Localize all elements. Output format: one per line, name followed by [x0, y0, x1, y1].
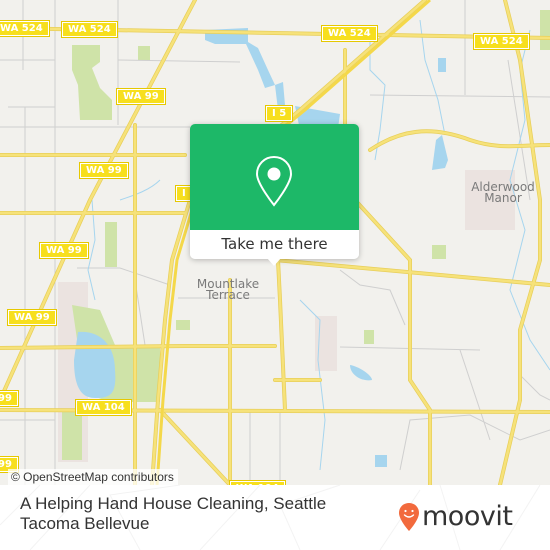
minor-road [399, 414, 550, 471]
road-shield-wa99: WA 99 [79, 162, 129, 179]
road [273, 258, 550, 287]
map-view[interactable]: WA 524 WA 524 WA 524 WA 524 WA 99 WA 99 … [0, 0, 550, 485]
road-shield-wa524: WA 524 [321, 25, 378, 42]
map-attribution[interactable]: © OpenStreetMap contributors [8, 469, 178, 485]
minor-road [459, 349, 491, 441]
moovit-wordmark: moovit [422, 501, 513, 532]
minor-road [339, 269, 406, 326]
place-label-line: Terrace [206, 288, 250, 302]
road-shield-wa99: WA 99 [39, 242, 89, 259]
minor-road [117, 59, 241, 63]
park [432, 245, 446, 259]
road-shield-wa524: WA 524 [61, 21, 118, 38]
popup-header [190, 124, 359, 230]
park [105, 222, 117, 267]
map-pin-icon [255, 155, 293, 207]
place-title: A Helping Hand House Cleaning, Seattle T… [20, 494, 327, 533]
park [364, 330, 374, 344]
place-label-alderwood-manor: Alderwood Manor [463, 181, 543, 205]
park [176, 320, 190, 330]
park [540, 10, 550, 50]
place-label-line: Manor [484, 191, 522, 205]
place-label-mountlake-terrace: Mountlake Terrace [188, 278, 268, 302]
location-popup[interactable]: Take me there [190, 124, 359, 266]
lake [438, 58, 446, 72]
moovit-logo[interactable]: moovit [398, 501, 513, 532]
minor-road [519, 374, 550, 401]
road-shield-wa99: WA 99 [7, 309, 57, 326]
moovit-pin-icon [399, 503, 419, 531]
stream [119, 179, 161, 201]
popup-tail [267, 258, 281, 266]
lake [432, 135, 448, 170]
road-shield-wa99: WA 99 [116, 88, 166, 105]
park [138, 46, 150, 60]
park [72, 45, 112, 120]
road-shield-wa104: WA 104 [75, 399, 132, 416]
lake [375, 455, 387, 467]
minor-road [119, 267, 171, 286]
road-shield-wa524: WA 524 [473, 33, 530, 50]
road-shield-wa99: 99 [0, 390, 19, 407]
road-shield-wa524: WA 524 [0, 20, 50, 37]
lake [350, 365, 372, 381]
park [62, 410, 82, 460]
take-me-there-button[interactable]: Take me there [190, 231, 359, 257]
lake [205, 28, 275, 88]
road-shield-i5: I 5 [264, 105, 294, 122]
